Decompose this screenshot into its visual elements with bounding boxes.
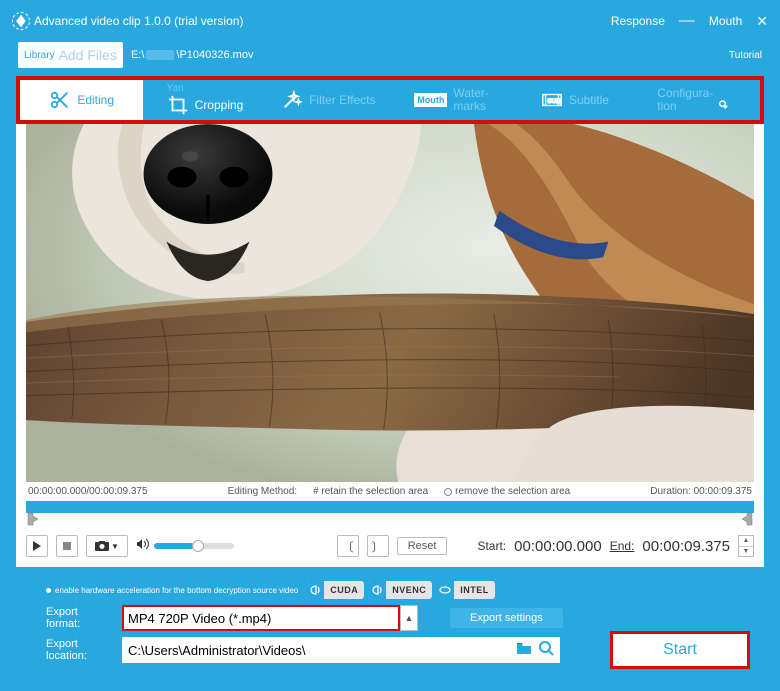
svg-text:SUB: SUB [547,98,561,105]
start-label: Start: [477,539,506,553]
tab-configuration[interactable]: Configura-tion [637,80,760,120]
edit-method-label: Editing Method: [228,486,298,497]
source-path: E:\ \P1040326.mov [131,49,254,61]
reset-button[interactable]: Reset [397,537,448,555]
obscured-path-segment [146,50,174,60]
folder-icon[interactable] [516,640,532,661]
scissors-icon [49,89,71,111]
tab-filter[interactable]: Filter Effects [267,80,390,120]
search-icon[interactable] [538,640,554,661]
play-button[interactable] [26,535,48,557]
gear-arrow-icon [717,89,739,111]
app-title: Advanced video clip 1.0.0 (trial version… [34,14,243,28]
tab-subtitle-label: Subtitle [569,93,609,107]
add-files-button[interactable]: Library Add Files [18,42,123,68]
chevron-up-icon[interactable]: ▲ [400,605,418,631]
source-bar: Library Add Files E:\ \P1040326.mov Tuto… [0,42,780,76]
volume-icon[interactable] [136,537,150,555]
tab-filter-label: Filter Effects [309,93,375,107]
export-format-select[interactable]: MP4 720P Video (*.mp4) [122,605,400,631]
player-controls: ▼ 〔 〕 Reset Start: 00:00:00.000 End: 00:… [26,535,754,557]
volume-slider[interactable] [154,543,234,549]
library-label: Library [24,50,55,61]
tab-subtitle[interactable]: SUB Subtitle [513,80,636,120]
mouth-label[interactable]: Mouth [709,14,742,28]
mark-out-button[interactable]: 〕 [367,535,389,557]
snapshot-button[interactable]: ▼ [86,535,128,557]
time-stepper[interactable]: ▲▼ [738,535,754,557]
intel-badge[interactable]: INTEL [436,581,495,599]
response-link[interactable]: Response [611,14,665,28]
timeline-start-handle[interactable] [26,511,42,527]
tab-watermark-label: Water-marks [453,87,489,112]
timeline-end-handle[interactable] [738,511,754,527]
end-time[interactable]: 00:00:09.375 [642,538,730,555]
tab-editing[interactable]: Editing [20,80,143,120]
tab-cropping-label: Cropping [195,99,244,112]
add-files-label: Add Files [59,47,117,63]
mark-in-button[interactable]: 〔 [337,535,359,557]
close-icon[interactable]: ✕ [756,13,768,30]
video-preview[interactable] [26,124,754,482]
retain-option[interactable]: # retain the selection area [313,486,428,497]
end-label: End: [610,539,635,553]
tab-watermark[interactable]: Mouth Water-marks [390,80,513,120]
tab-config-label: Configura-tion [657,87,713,112]
bullet-icon [46,588,51,593]
export-settings-button[interactable]: Export settings [450,608,563,628]
toolbar-tabs: Editing Yan Cropping Filter Effects Mout… [20,80,760,120]
titlebar: Advanced video clip 1.0.0 (trial version… [0,0,780,42]
stop-button[interactable] [56,535,78,557]
minimize-icon[interactable]: — [679,12,695,30]
tutorial-link[interactable]: Tutorial [729,50,762,61]
hw-accel-checkbox[interactable]: enable hardware acceleration for the bot… [46,586,298,595]
start-button[interactable]: Start [610,631,750,669]
toolbar-highlight: Editing Yan Cropping Filter Effects Mout… [16,76,764,124]
app-icon [12,12,30,30]
work-area: 00:00:00.000/00:00:09.375 Editing Method… [16,124,764,567]
time-display: 00:00:00.000/00:00:09.375 [28,486,148,497]
radio-empty-icon [444,488,452,496]
tab-editing-label: Editing [77,93,114,107]
start-time[interactable]: 00:00:00.000 [514,538,602,555]
tab-cropping[interactable]: Yan Cropping [143,80,266,120]
export-location-field[interactable]: C:\Users\Administrator\Videos\ [122,637,560,663]
export-format-label: Export format: [46,606,112,630]
nvenc-badge[interactable]: NVENC [368,581,432,599]
watermark-icon: Mouth [414,93,447,107]
subtitle-icon: SUB [541,89,563,111]
wand-icon [281,89,303,111]
export-location-label: Export location: [46,638,112,662]
preview-info-row: 00:00:00.000/00:00:09.375 Editing Method… [26,482,754,501]
remove-option[interactable]: remove the selection area [444,486,570,497]
timeline[interactable] [26,501,754,513]
cuda-badge[interactable]: CUDA [306,581,364,599]
crop-icon [167,94,189,116]
duration-label: Duration: 00:00:09.375 [650,486,752,497]
